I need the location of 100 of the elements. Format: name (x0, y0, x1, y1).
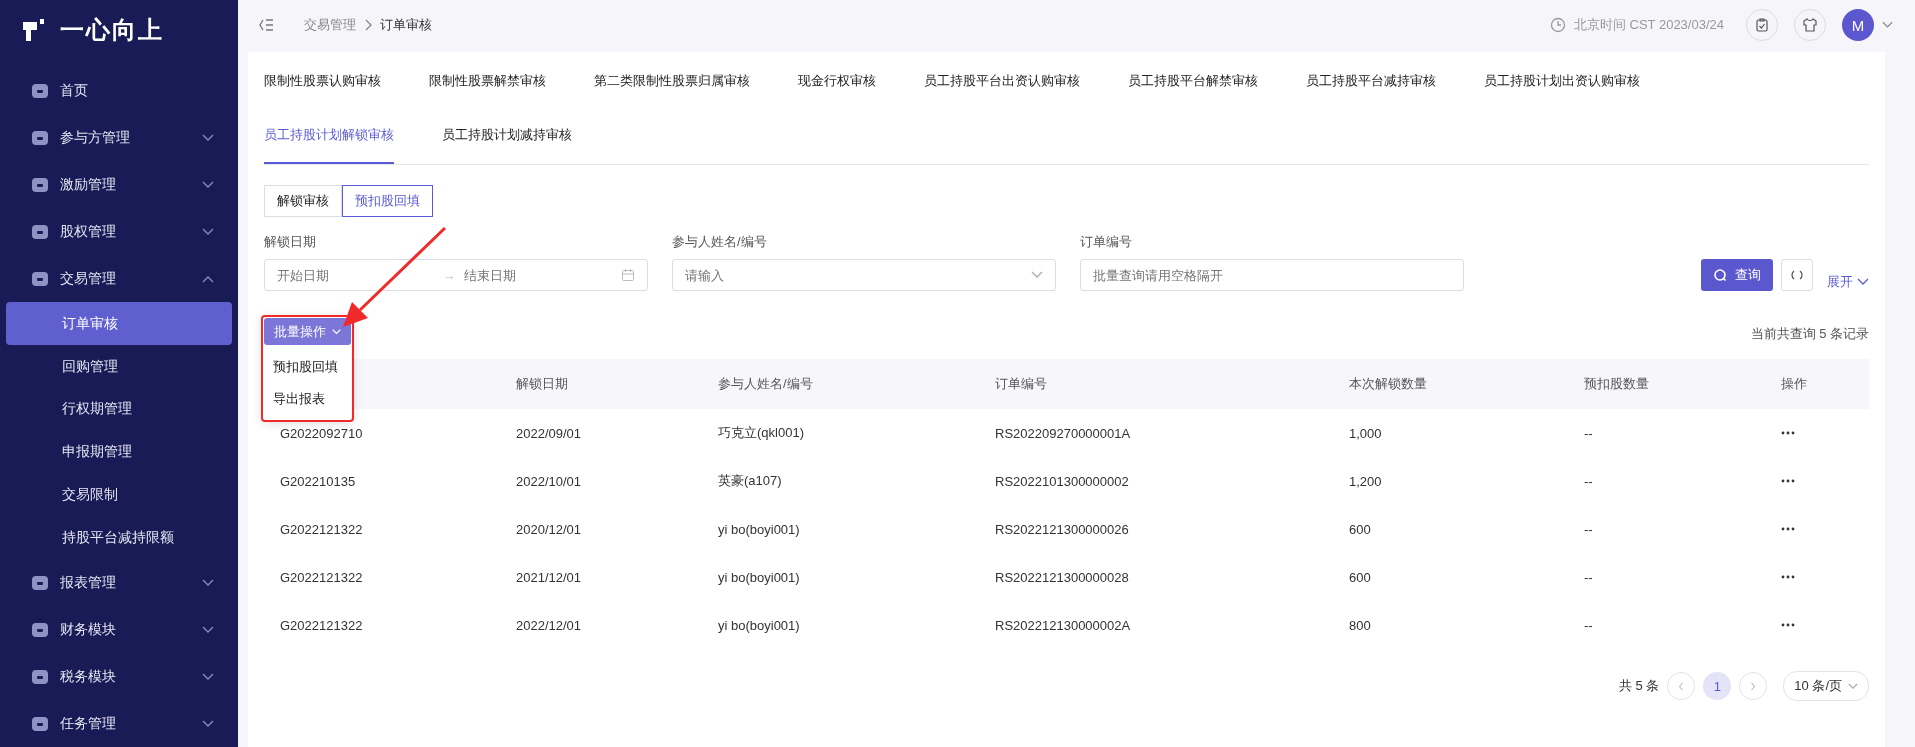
segment-button[interactable]: 预扣股回填 (342, 185, 433, 217)
table-cell-text: 1,000 (1349, 425, 1383, 441)
tab[interactable]: 员工持股平台减持审核 (1306, 52, 1436, 106)
sidebar-subitem[interactable]: 订单审核 (6, 302, 232, 346)
collapse-menu-icon[interactable] (258, 18, 274, 32)
table-cell-text: G2022121322 (280, 521, 364, 537)
table-cell-text: 800 (1349, 617, 1372, 633)
logo-text: 一心向上 (60, 15, 164, 45)
sidebar-item[interactable]: 任务管理 (0, 700, 238, 747)
table-cell-text: 2022/09/01 (516, 425, 583, 441)
sidebar-item[interactable]: 交易管理 (0, 255, 238, 303)
segment-button[interactable]: 解锁审核 (264, 185, 342, 217)
sidebar-subitem[interactable]: 回购管理 (6, 345, 232, 388)
tab[interactable]: 员工持股平台解禁审核 (1128, 52, 1258, 106)
table-cell-text: G2022121322 (280, 569, 364, 585)
column-header: 本次解锁数量 (1349, 375, 1428, 393)
menu-item[interactable]: 预扣股回填 (264, 351, 351, 383)
table-cell-text: RS2022121300000026 (995, 521, 1130, 537)
table-cell-text: G2022092710 (280, 425, 364, 441)
expand-link[interactable]: 展开 (1827, 273, 1869, 291)
chevron-right-icon (1750, 681, 1757, 691)
table-cell-text: yi bo(boyi001) (718, 521, 801, 537)
column-header: 订单编号 (995, 375, 1048, 393)
column-header: 参与人姓名/编号 (718, 375, 814, 393)
user-avatar[interactable]: M (1842, 9, 1874, 41)
task-button[interactable] (1746, 9, 1778, 41)
chevron-down-icon (332, 328, 341, 335)
tab[interactable]: 限制性股票解禁审核 (429, 52, 546, 106)
table-cell-text: -- (1584, 521, 1594, 537)
end-date-input[interactable]: 结束日期 (463, 267, 621, 283)
column-header: 操作 (1781, 375, 1808, 393)
sidebar-item[interactable]: 首页 (0, 68, 238, 115)
sidebar-subitem[interactable]: 交易限制 (6, 473, 232, 517)
chevron-right-icon (364, 19, 372, 31)
breadcrumb-link[interactable]: 交易管理 (304, 16, 356, 34)
sidebar-subitem[interactable]: 行权期管理 (6, 388, 232, 431)
sidebar-item[interactable]: 财务模块 (0, 606, 238, 654)
tab[interactable]: 限制性股票认购审核 (264, 52, 381, 106)
shirt-button[interactable] (1794, 9, 1826, 41)
table-cell-text: -- (1584, 569, 1594, 585)
table-cell-text: RS2022101300000002 (995, 473, 1130, 489)
sidebar-item[interactable]: 报表管理 (0, 559, 238, 607)
table-cell-text: RS2022121300000028 (995, 569, 1130, 585)
tab[interactable]: 员工持股计划减持审核 (442, 106, 572, 164)
table-cell-text: 2021/12/01 (516, 569, 583, 585)
table-cell-text: G2022121322 (280, 617, 364, 633)
breadcrumb-current: 订单审核 (380, 16, 432, 34)
caret-icon[interactable] (1882, 21, 1893, 29)
start-date-input[interactable]: 开始日期 (277, 267, 435, 283)
search-icon (1713, 268, 1727, 282)
sidebar-subitem[interactable]: 申报期管理 (6, 430, 232, 474)
tab[interactable]: 员工持股计划出资认购审核 (1484, 52, 1640, 106)
page-button[interactable]: 1 (1703, 672, 1732, 700)
sidebar-item[interactable]: 股权管理 (0, 208, 238, 256)
participant-select[interactable]: 请输入 (672, 259, 1056, 291)
tab[interactable]: 员工持股平台出资认购审核 (924, 52, 1080, 106)
table-cell-text: -- (1584, 473, 1594, 489)
sidebar-subitem[interactable]: 持股平台减持限额 (6, 516, 232, 560)
table-cell-text: 2022/10/01 (516, 473, 583, 489)
sidebar-item[interactable]: 参与方管理 (0, 114, 238, 162)
order-number-field[interactable]: 批量查询请用空格隔开 (1080, 259, 1464, 291)
sidebar-item[interactable]: 税务模块 (0, 653, 238, 701)
more-icon[interactable] (1781, 479, 1795, 483)
table-cell-text: 600 (1349, 521, 1372, 537)
field-label: 订单编号 (1080, 233, 1133, 251)
range-separator: → (442, 267, 456, 283)
more-icon[interactable] (1781, 575, 1795, 579)
clock-icon (1549, 17, 1566, 33)
table-cell-text: 巧克立(qkl001) (718, 424, 805, 442)
table-cell-text: RS202212130000002A (995, 617, 1132, 633)
table-cell-text: 1,200 (1349, 473, 1383, 489)
menu-item[interactable]: 导出报表 (264, 383, 351, 415)
table-cell-text: 2020/12/01 (516, 521, 583, 537)
refresh-icon (1790, 268, 1804, 282)
sidebar-item[interactable]: 激励管理 (0, 161, 238, 209)
table-cell-text: 600 (1349, 569, 1372, 585)
page-size-select[interactable]: 10 条/页 (1783, 671, 1869, 701)
more-icon[interactable] (1781, 623, 1795, 627)
chevron-down-icon (1031, 271, 1043, 279)
more-icon[interactable] (1781, 527, 1795, 531)
tab[interactable]: 现金行权审核 (798, 52, 876, 106)
calendar-icon (621, 268, 635, 282)
record-count: 当前共查询 5 条记录 (1750, 325, 1869, 343)
chevron-down-icon (1857, 278, 1869, 286)
table-cell-text: 2022/12/01 (516, 617, 583, 633)
tab[interactable]: 第二类限制性股票归属审核 (594, 52, 750, 106)
table-cell-text: yi bo(boyi001) (718, 617, 801, 633)
reset-button[interactable] (1781, 259, 1813, 291)
table-cell-text: G202210135 (280, 473, 357, 489)
tab[interactable]: 员工持股计划解锁审核 (264, 106, 394, 164)
table-cell-text: -- (1584, 425, 1594, 441)
table-cell-text: yi bo(boyi001) (718, 569, 801, 585)
batch-actions-button[interactable]: 批量操作 (264, 318, 351, 345)
clipboard-check-icon (1754, 17, 1770, 33)
field-label: 参与人姓名/编号 (672, 233, 768, 251)
participant-input[interactable]: 请输入 (685, 267, 1031, 283)
field-label: 解锁日期 (264, 233, 317, 251)
more-icon[interactable] (1781, 431, 1795, 435)
column-header: 解锁日期 (516, 375, 569, 393)
query-button[interactable]: 查询 (1701, 259, 1773, 291)
